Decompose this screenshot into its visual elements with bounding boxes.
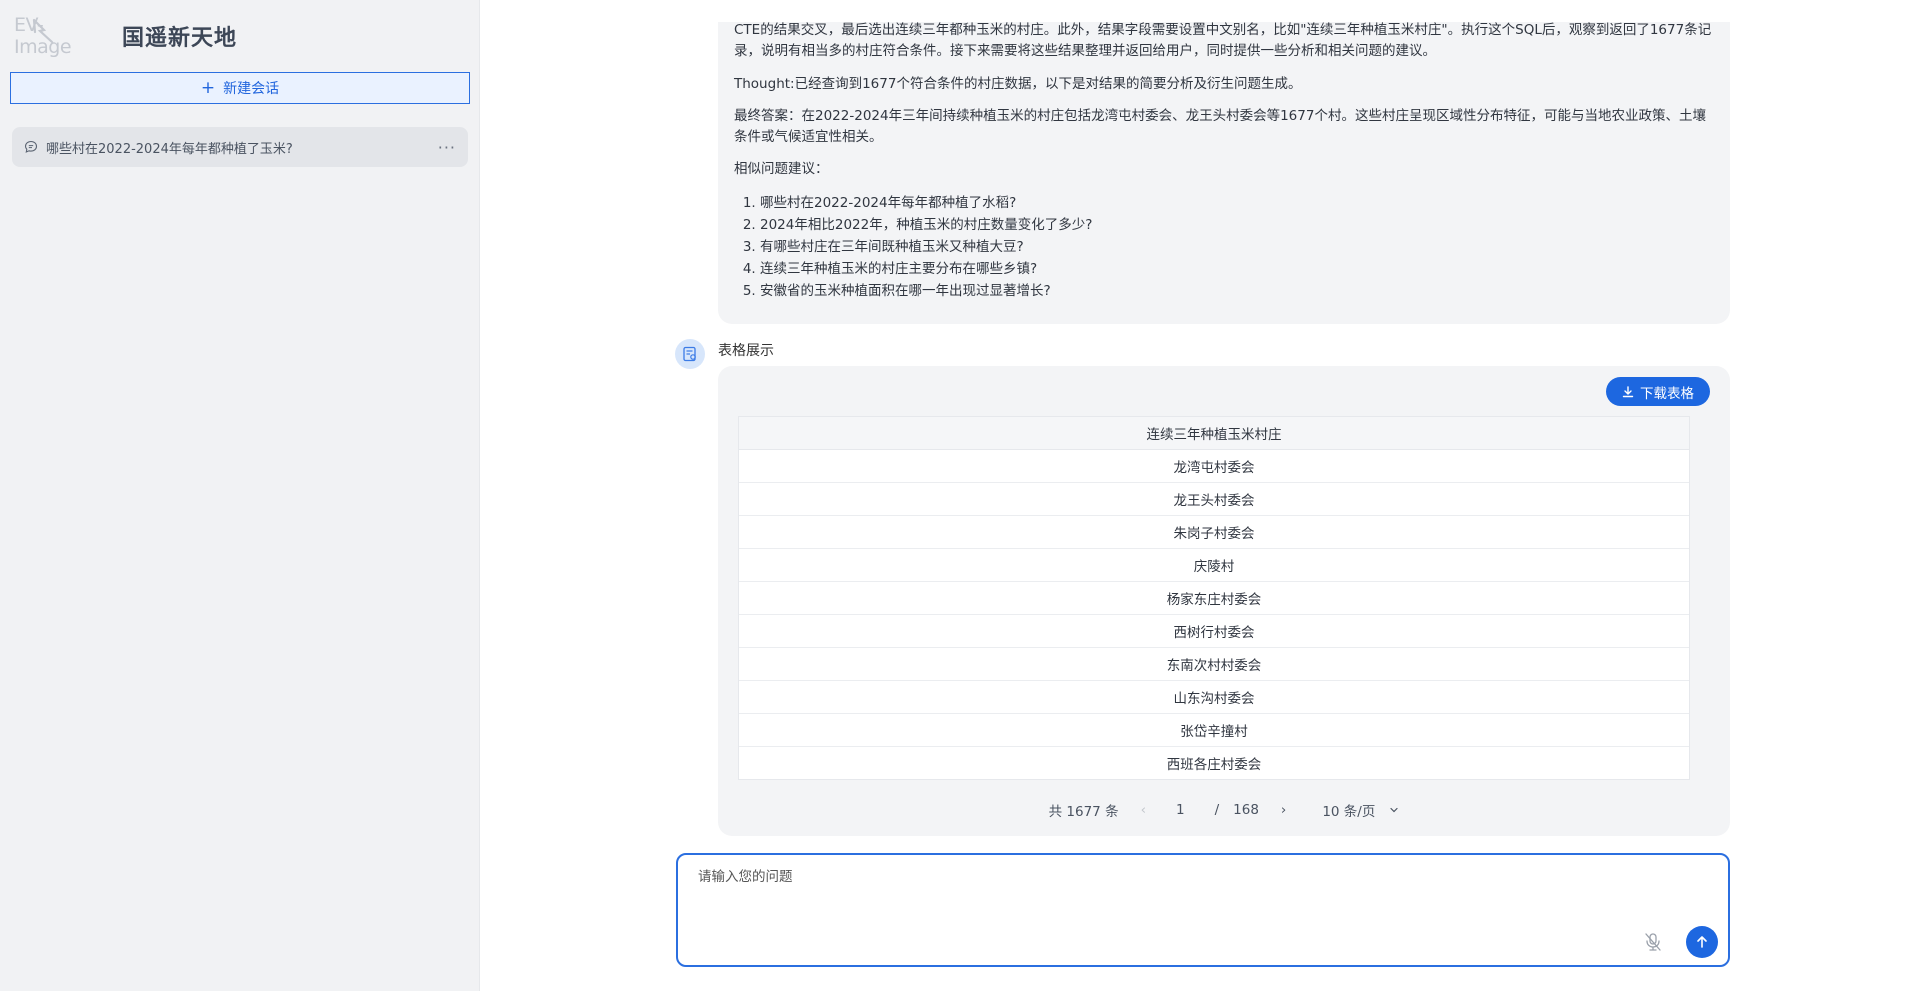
table-row: 龙王头村委会 — [738, 482, 1690, 516]
table-cell: 山东沟村委会 — [738, 680, 1690, 714]
app-title: 国遥新天地 — [122, 26, 238, 51]
app-root: EV-Image 国遥新天地 + 新建会话 哪些村在2022-2024年每年都种… — [0, 0, 1920, 991]
current-page[interactable]: 1 — [1176, 802, 1185, 818]
mic-off-icon[interactable] — [1642, 931, 1664, 953]
download-table-button[interactable]: 下载表格 — [1606, 377, 1710, 406]
answer-paragraph: CTE的结果交叉，最后选出连续三年都种玉米的村庄。此外，结果字段需要设置中文别名… — [734, 22, 1712, 59]
table-cell: 张岱辛撞村 — [738, 713, 1690, 747]
plus-icon: + — [200, 77, 216, 98]
table-doc-icon — [683, 346, 696, 362]
send-button[interactable] — [1686, 926, 1718, 958]
table-card: 下载表格 连续三年种植玉米村庄 龙湾屯村委会 龙王头村委会 朱岗子村委会 庆陵村… — [718, 366, 1730, 836]
result-table: 连续三年种植玉米村庄 龙湾屯村委会 龙王头村委会 朱岗子村委会 庆陵村 杨家东庄… — [738, 416, 1690, 780]
session-label: 哪些村在2022-2024年每年都种植了玉米? — [46, 141, 293, 157]
suggestion-item[interactable]: 哪些村在2022-2024年每年都种植了水稻? — [760, 192, 1656, 214]
brand: EV-Image 国遥新天地 — [14, 14, 238, 58]
sidebar: EV-Image 国遥新天地 + 新建会话 哪些村在2022-2024年每年都种… — [0, 0, 480, 991]
table-row: 龙湾屯村委会 — [738, 449, 1690, 483]
new-chat-button[interactable]: + 新建会话 — [10, 72, 470, 104]
chevron-down-icon[interactable] — [1389, 805, 1399, 815]
total-pages: 168 — [1233, 802, 1259, 818]
new-chat-label: 新建会话 — [223, 81, 280, 97]
suggestion-list: 哪些村在2022-2024年每年都种植了水稻? 2024年相比2022年，种植玉… — [756, 192, 1656, 302]
table-cell: 龙王头村委会 — [738, 482, 1690, 516]
table-cell: 西树行村委会 — [738, 614, 1690, 648]
suggestion-item[interactable]: 有哪些村庄在三年间既种植玉米又种植大豆? — [760, 236, 1656, 258]
prev-page-icon[interactable]: ‹ — [1141, 802, 1146, 818]
suggestion-item[interactable]: 安徽省的玉米种植面积在哪一年出现过显著增长? — [760, 280, 1656, 302]
table-row: 庆陵村 — [738, 548, 1690, 582]
pagination: 共 1677 条 ‹ 1 / 168 › 10 条/页 — [718, 798, 1730, 822]
chat-bubble-icon — [24, 140, 38, 153]
table-row: 东南次村村委会 — [738, 647, 1690, 681]
table-row: 杨家东庄村委会 — [738, 581, 1690, 615]
download-icon — [1622, 385, 1634, 397]
table-cell: 杨家东庄村委会 — [738, 581, 1690, 615]
answer-final: 最终答案：在2022-2024年三年间持续种植玉米的村庄包括龙湾屯村委会、龙王头… — [734, 108, 1706, 145]
question-input[interactable] — [698, 865, 1698, 905]
pagination-total: 共 1677 条 — [1048, 804, 1119, 820]
download-label: 下载表格 — [1640, 385, 1694, 402]
session-item[interactable]: 哪些村在2022-2024年每年都种植了玉米? ··· — [12, 127, 468, 167]
suggestion-item[interactable]: 连续三年种植玉米的村庄主要分布在哪些乡镇? — [760, 258, 1656, 280]
table-header-row: 连续三年种植玉米村庄 — [738, 416, 1690, 450]
arrow-up-icon — [1697, 936, 1707, 948]
more-icon[interactable]: ··· — [438, 138, 456, 157]
logo-arrow-icon — [32, 18, 54, 44]
table-row: 西树行村委会 — [738, 614, 1690, 648]
table-cell: 龙湾屯村委会 — [738, 449, 1690, 483]
suggest-title: 相似问题建议： — [734, 161, 829, 177]
chat-input-box — [676, 853, 1730, 967]
table-avatar — [675, 339, 705, 369]
suggestion-item[interactable]: 2024年相比2022年，种植玉米的村庄数量变化了多少? — [760, 214, 1656, 236]
table-cell: 东南次村村委会 — [738, 647, 1690, 681]
table-cell: 朱岗子村委会 — [738, 515, 1690, 549]
table-cell: 庆陵村 — [738, 548, 1690, 582]
column-header: 连续三年种植玉米村庄 — [738, 416, 1690, 450]
table-row: 朱岗子村委会 — [738, 515, 1690, 549]
table-section-label: 表格展示 — [718, 343, 774, 359]
table-row: 山东沟村委会 — [738, 680, 1690, 714]
answer-card: CTE的结果交叉，最后选出连续三年都种玉米的村庄。此外，结果字段需要设置中文别名… — [718, 22, 1730, 324]
table-cell: 西班各庄村委会 — [738, 746, 1690, 780]
chat-main: CTE的结果交叉，最后选出连续三年都种玉米的村庄。此外，结果字段需要设置中文别名… — [481, 0, 1920, 991]
answer-thought: Thought:已经查询到1677个符合条件的村庄数据，以下是对结果的简要分析及… — [734, 76, 1302, 92]
next-page-icon[interactable]: › — [1281, 802, 1286, 818]
logo: EV-Image — [14, 14, 96, 58]
page-size-select[interactable]: 10 条/页 — [1322, 800, 1375, 820]
table-row: 西班各庄村委会 — [738, 746, 1690, 780]
table-row: 张岱辛撞村 — [738, 713, 1690, 747]
page-separator: / — [1214, 802, 1220, 818]
